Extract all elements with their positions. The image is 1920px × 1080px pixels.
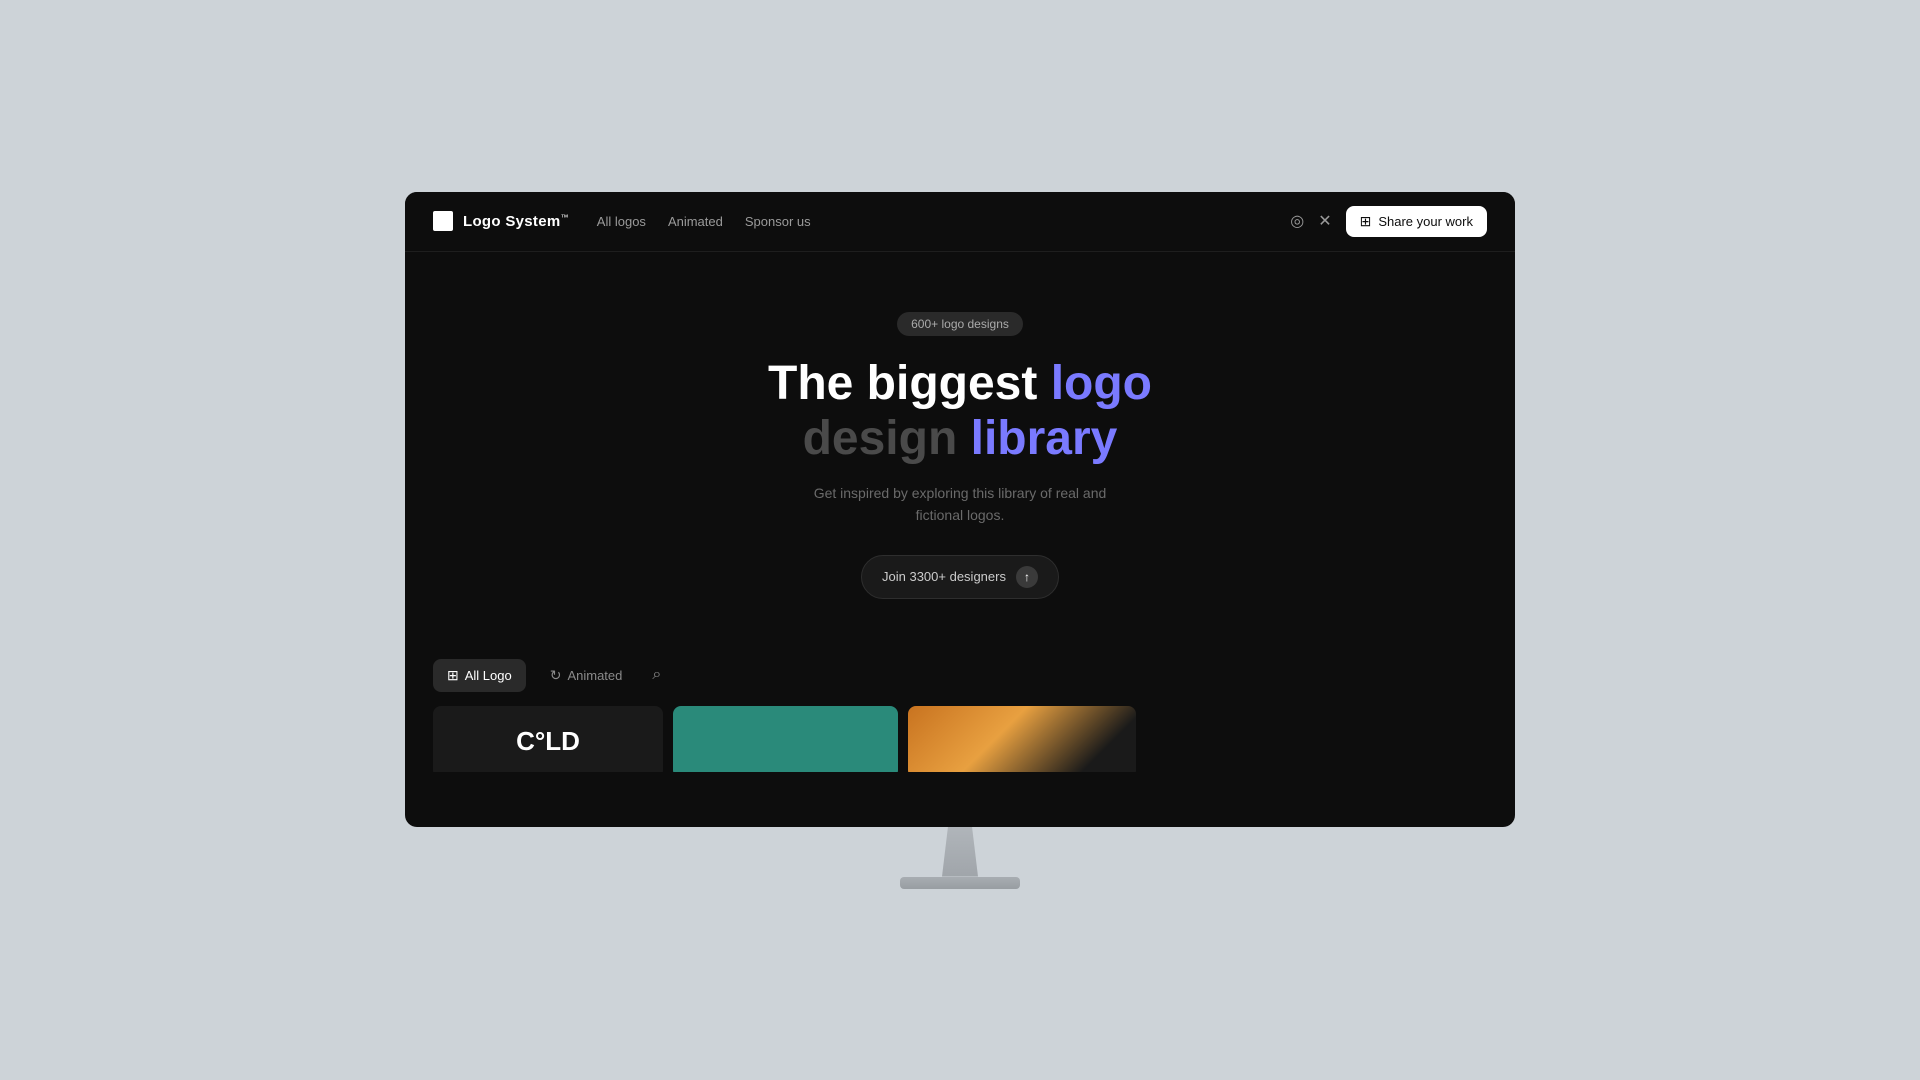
screen: Logo System™ All logos Animated Sponsor …: [405, 192, 1515, 827]
filter-bar: ⊞ All Logo ↻ Animated ⌕: [405, 659, 1515, 692]
twitter-x-icon[interactable]: ✕: [1318, 211, 1331, 231]
monitor-wrapper: Logo System™ All logos Animated Sponsor …: [405, 192, 1515, 889]
nav-left: Logo System™ All logos Animated Sponsor …: [433, 211, 811, 231]
all-logo-icon: ⊞: [447, 667, 459, 684]
nav-right: ◎ ✕ ⊞ Share your work: [1290, 206, 1487, 237]
gallery-card-photo[interactable]: [908, 706, 1136, 772]
hero-title: The biggest logo design library: [768, 356, 1152, 466]
animated-label: Animated: [567, 668, 622, 683]
share-button-label: Share your work: [1378, 214, 1473, 229]
gallery-card-teal[interactable]: [673, 706, 898, 772]
instagram-icon[interactable]: ◎: [1290, 211, 1304, 231]
hero-section: 600+ logo designs The biggest logo desig…: [405, 252, 1515, 639]
share-icon: ⊞: [1360, 213, 1372, 230]
monitor-base: [900, 877, 1020, 889]
brand-name: Logo System™: [463, 213, 569, 230]
hero-badge: 600+ logo designs: [897, 312, 1023, 336]
gallery-row: C°LD: [405, 692, 1515, 772]
cta-button[interactable]: Join 3300+ designers ↑: [861, 555, 1059, 599]
monitor-neck: [930, 827, 990, 877]
gallery-card-dark[interactable]: C°LD: [433, 706, 663, 772]
hero-subtitle: Get inspired by exploring this library o…: [800, 482, 1120, 527]
card-logo-text: C°LD: [516, 726, 580, 757]
logo-brand[interactable]: Logo System™: [433, 211, 569, 231]
logo-square-icon: [433, 211, 453, 231]
search-icon: ⌕: [652, 666, 661, 683]
cta-label: Join 3300+ designers: [882, 569, 1006, 584]
nav-link-sponsor[interactable]: Sponsor us: [745, 214, 811, 229]
search-button[interactable]: ⌕: [646, 660, 667, 690]
filter-all-logo-button[interactable]: ⊞ All Logo: [433, 659, 526, 692]
filter-animated-button[interactable]: ↻ Animated: [536, 659, 637, 692]
nav-links: All logos Animated Sponsor us: [597, 214, 811, 229]
nav-link-all-logos[interactable]: All logos: [597, 214, 646, 229]
cta-arrow-icon: ↑: [1016, 566, 1038, 588]
share-work-button[interactable]: ⊞ Share your work: [1346, 206, 1487, 237]
navbar: Logo System™ All logos Animated Sponsor …: [405, 192, 1515, 252]
all-logo-label: All Logo: [465, 668, 512, 683]
animated-icon: ↻: [550, 667, 562, 684]
nav-link-animated[interactable]: Animated: [668, 214, 723, 229]
